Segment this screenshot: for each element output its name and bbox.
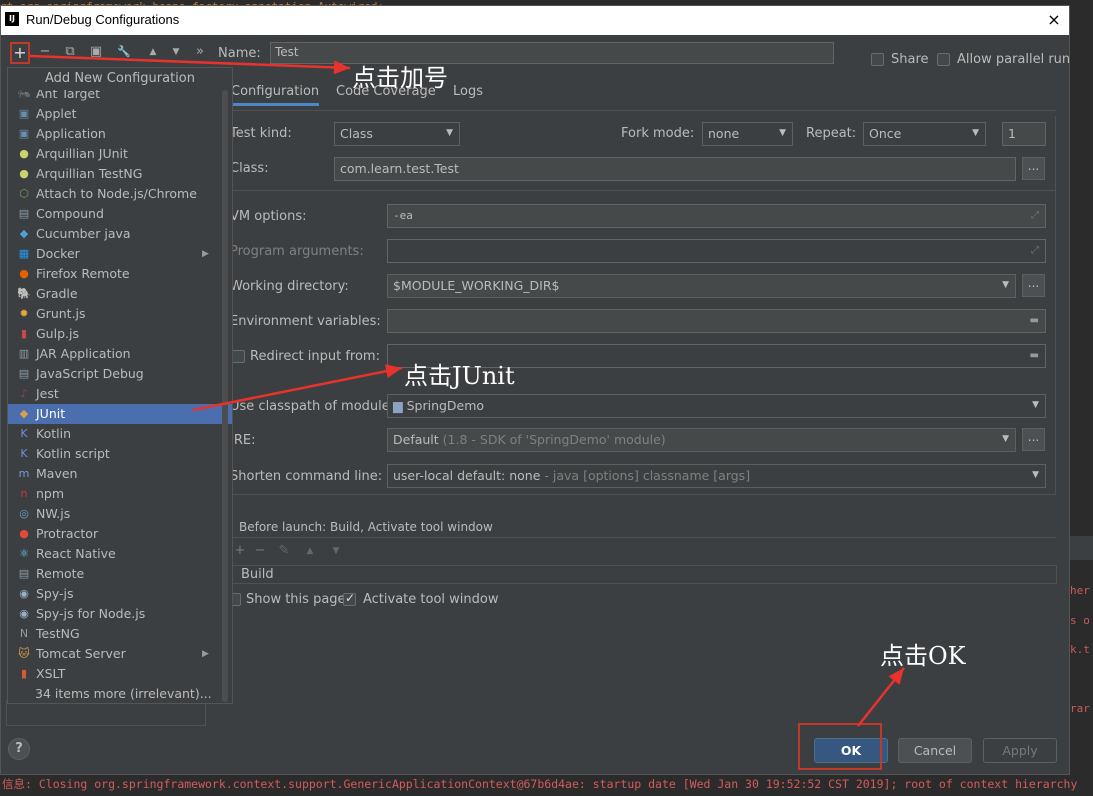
arrow-plus-head [333,60,350,75]
arrow-junit-line [192,366,403,412]
annotation-click-junit: 点击JUnit [404,362,515,390]
arrow-plus-line [29,54,351,70]
arrow-junit-head [384,364,402,379]
annotation-arrows [29,54,905,727]
popup-header: Add New Configuration [8,68,232,90]
annotation-click-plus: 点击加号 [352,64,448,92]
annotation-click-ok: 点击OK [880,642,966,670]
